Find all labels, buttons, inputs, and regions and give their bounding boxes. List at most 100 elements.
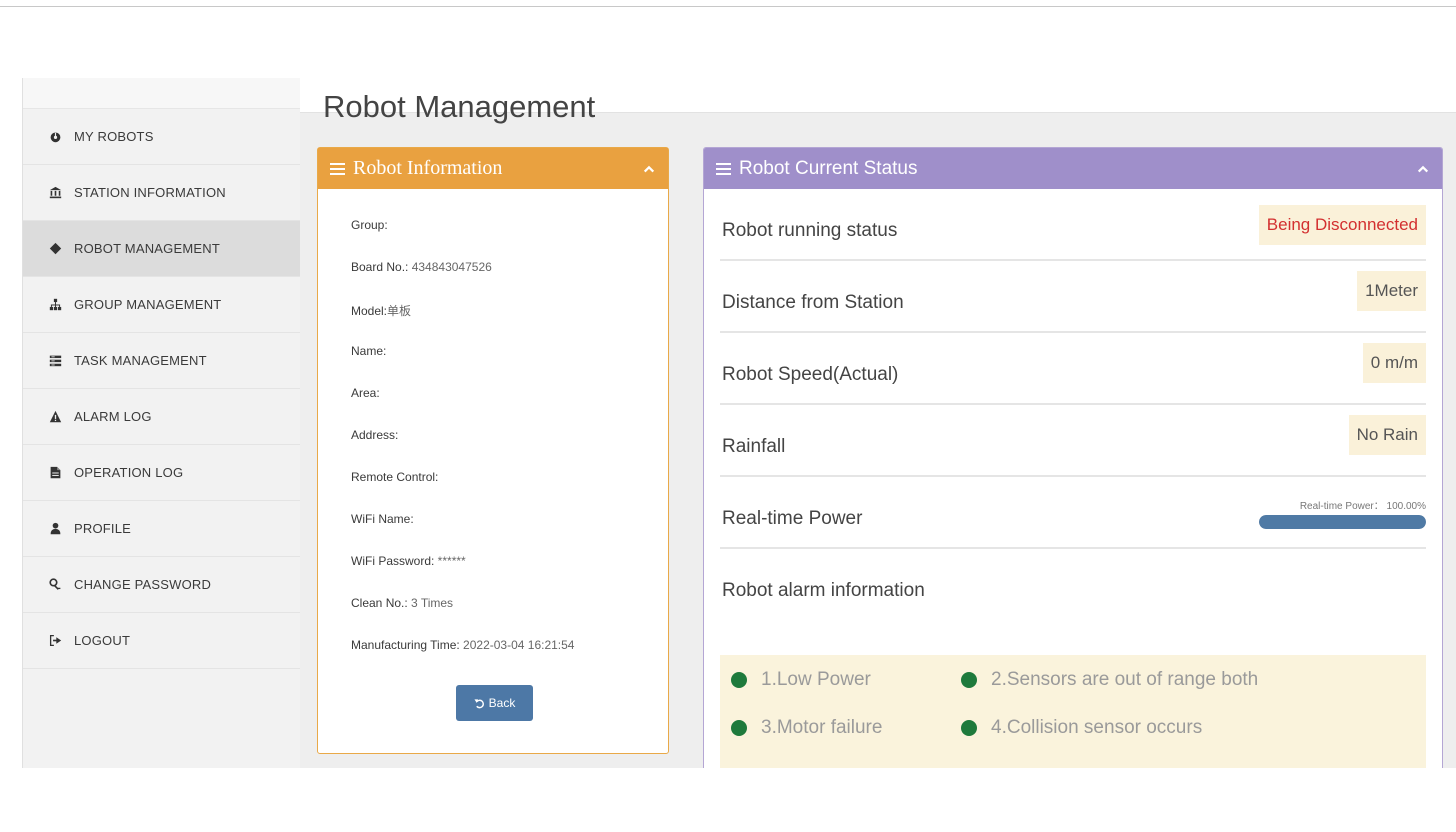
robot-status-panel: Robot Current Status Robot running statu… [703, 147, 1443, 772]
sidebar-item-group-management[interactable]: GROUP MANAGEMENT [23, 277, 300, 333]
info-value: 3 Times [407, 596, 454, 610]
status-row-alarm: Robot alarm information [720, 549, 1426, 621]
status-dot-icon [731, 672, 747, 688]
alarm-item: 1.Low Power [731, 669, 871, 691]
info-value: 434843047526 [408, 260, 492, 274]
power-text: Real-time Power： 100.00% [1299, 501, 1426, 512]
menu-icon [716, 162, 731, 175]
info-area: Area: [351, 386, 668, 428]
info-name: Name: [351, 344, 668, 386]
alarm-label: 4.Collision sensor occurs [991, 717, 1203, 738]
sidebar-item-logout[interactable]: LOGOUT [23, 613, 300, 669]
info-label: Model: [351, 304, 388, 318]
sidebar-item-label: LOGOUT [74, 633, 131, 648]
alarm-label: 1.Low Power [761, 669, 871, 690]
sidebar-item-station-information[interactable]: STATION INFORMATION [23, 165, 300, 221]
info-address: Address: [351, 428, 668, 470]
sidebar-item-alarm-log[interactable]: ALARM LOG [23, 389, 300, 445]
tasks-icon [49, 354, 62, 367]
logout-icon [49, 634, 62, 647]
status-row-power: Real-time Power Real-time Power： 100.00% [720, 477, 1426, 549]
sidebar-item-label: ALARM LOG [74, 409, 152, 424]
info-manufacturing-time: Manufacturing Time: 2022-03-04 16:21:54 [351, 638, 668, 680]
info-label: Group: [351, 218, 388, 232]
status-row-speed: Robot Speed(Actual) 0 m/m [720, 333, 1426, 405]
sidebar-item-task-management[interactable]: TASK MANAGEMENT [23, 333, 300, 389]
info-wifi-name: WiFi Name: [351, 512, 668, 554]
power-progress-fill [1259, 515, 1426, 529]
status-label: Robot alarm information [722, 580, 925, 601]
status-row-distance: Distance from Station 1Meter [720, 261, 1426, 333]
chevron-up-icon[interactable] [642, 162, 656, 176]
chevron-up-icon[interactable] [1416, 162, 1430, 176]
power-progress-track [1259, 515, 1426, 529]
status-row-rainfall: Rainfall No Rain [720, 405, 1426, 477]
info-group: Group: [351, 218, 668, 260]
main-content: Robot Management Robot Information Group… [300, 78, 1456, 772]
sidebar-item-robot-management[interactable]: ROBOT MANAGEMENT [23, 221, 300, 277]
sidebar-item-operation-log[interactable]: OPERATION LOG [23, 445, 300, 501]
sidebar-item-label: ROBOT MANAGEMENT [74, 241, 220, 256]
status-label: Robot Speed(Actual) [722, 364, 899, 385]
sidebar-item-label: GROUP MANAGEMENT [74, 297, 222, 312]
panel-title: Robot Information [353, 157, 503, 179]
menu-icon [330, 162, 345, 175]
info-label: WiFi Password: [351, 554, 435, 568]
top-divider [0, 6, 1456, 7]
alarm-item: 3.Motor failure [731, 717, 882, 739]
status-label: Real-time Power [722, 508, 863, 529]
info-label: Name: [351, 344, 387, 358]
key-icon [49, 578, 62, 591]
sidebar-item-profile[interactable]: PROFILE [23, 501, 300, 557]
info-value: ****** [434, 554, 466, 568]
info-label: Remote Control: [351, 470, 439, 484]
alarm-list: 1.Low Power 2.Sensors are out of range b… [720, 655, 1426, 771]
sidebar-item-label: STATION INFORMATION [74, 185, 226, 200]
info-wifi-password: WiFi Password: ****** [351, 554, 668, 596]
status-badge: 0 m/m [1362, 343, 1426, 383]
robot-information-header: Robot Information [318, 148, 668, 189]
status-label: Rainfall [722, 436, 786, 457]
info-label: Clean No.: [351, 596, 408, 610]
info-value: 单板 [387, 304, 412, 318]
undo-icon [474, 698, 484, 708]
sidebar-item-label: MY ROBOTS [74, 129, 154, 144]
info-label: Address: [351, 428, 399, 442]
status-label: Distance from Station [722, 292, 904, 313]
robot-status-header: Robot Current Status [704, 148, 1442, 189]
status-dot-icon [961, 672, 977, 688]
sidebar-item-label: CHANGE PASSWORD [74, 577, 212, 592]
sitemap-icon [49, 298, 62, 311]
info-remote-control: Remote Control: [351, 470, 668, 512]
robot-icon [49, 242, 62, 255]
status-dot-icon [961, 720, 977, 736]
status-badge: No Rain [1348, 415, 1426, 455]
status-badge: Being Disconnected [1258, 205, 1426, 245]
robot-info-list: Group: Board No.: 434843047526 Model:单板 … [318, 189, 668, 680]
back-button[interactable]: Back [456, 685, 533, 721]
warning-icon [49, 410, 62, 423]
robot-information-panel: Robot Information Group: Board No.: 4348… [317, 147, 669, 754]
info-label: WiFi Name: [351, 512, 414, 526]
sidebar-item-label: OPERATION LOG [74, 465, 184, 480]
sidebar-item-my-robots[interactable]: MY ROBOTS [23, 109, 300, 165]
alarm-item: 2.Sensors are out of range both [961, 669, 1258, 691]
info-board-no: Board No.: 434843047526 [351, 260, 668, 302]
sidebar: MY ROBOTS STATION INFORMATION ROBOT MANA… [22, 78, 300, 768]
bank-icon [49, 186, 62, 199]
status-row-running: Robot running status Being Disconnected [720, 189, 1426, 261]
info-model: Model:单板 [351, 302, 668, 344]
page-header: Robot Management [300, 78, 1456, 124]
file-icon [49, 466, 62, 479]
sidebar-item-change-password[interactable]: CHANGE PASSWORD [23, 557, 300, 613]
power-meter: Real-time Power： 100.00% [1259, 497, 1426, 529]
status-label: Robot running status [722, 220, 898, 241]
alarm-label: 3.Motor failure [761, 717, 883, 738]
info-clean-no: Clean No.: 3 Times [351, 596, 668, 638]
dashboard-icon [49, 130, 62, 143]
info-label: Manufacturing Time: [351, 638, 460, 652]
sidebar-item-label: TASK MANAGEMENT [74, 353, 207, 368]
status-list: Robot running status Being Disconnected … [704, 189, 1442, 621]
back-label: Back [488, 696, 516, 710]
alarm-item: 4.Collision sensor occurs [961, 717, 1202, 739]
